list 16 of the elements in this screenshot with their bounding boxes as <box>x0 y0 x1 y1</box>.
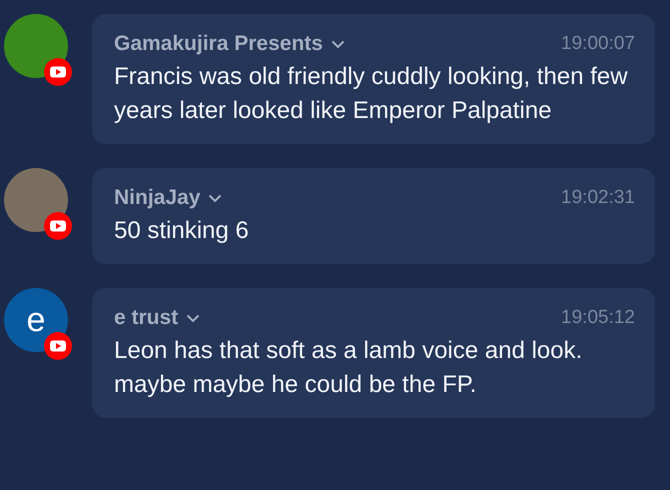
play-badge-icon <box>44 58 72 86</box>
chevron-down-icon[interactable] <box>330 40 345 48</box>
timestamp: 19:05:12 <box>561 307 635 329</box>
play-badge-icon <box>44 332 72 360</box>
avatar-letter: e <box>26 300 46 340</box>
timestamp: 19:02:31 <box>561 187 635 209</box>
author-name: NinjaJay <box>114 186 200 210</box>
author-name: e trust <box>114 306 178 330</box>
timestamp: 19:00:07 <box>561 33 635 55</box>
chevron-down-icon[interactable] <box>208 194 222 202</box>
message-text: 50 stinking 6 <box>114 216 250 246</box>
play-badge-icon <box>44 212 72 240</box>
message-text: Francis was old friendly cuddly looking, then few years later looked like Emperor Palpatine <box>114 62 629 126</box>
chevron-down-icon[interactable] <box>186 314 200 322</box>
message-text: Leon has that soft as a lamb voice and look. maybe maybe he could be the FP. <box>114 336 584 400</box>
author-name: Gamakujira Presents <box>114 32 323 56</box>
